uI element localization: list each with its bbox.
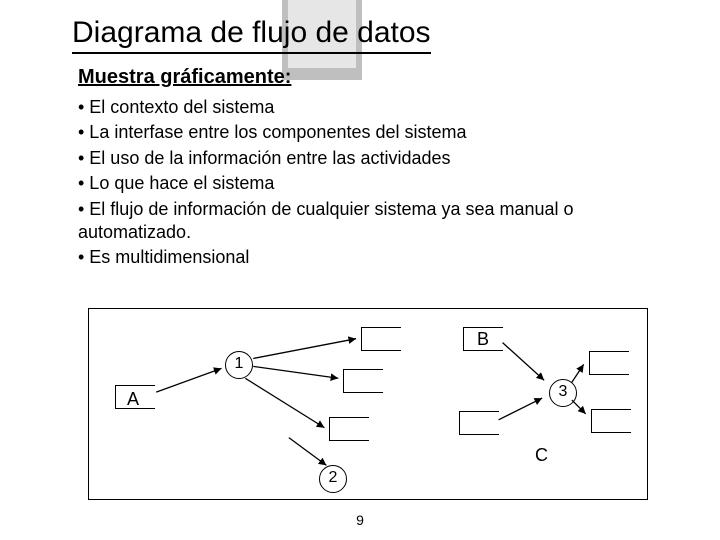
process-node-2: 2 (319, 465, 347, 493)
entity-rect (589, 351, 629, 375)
entity-rect (361, 327, 401, 351)
bullet-item: • Lo que hace el sistema (78, 172, 660, 195)
entity-label-B: B (477, 329, 489, 350)
bullet-item: • La interfase entre los componentes del… (78, 121, 660, 144)
entity-rect (343, 369, 383, 393)
process-node-3: 3 (549, 379, 577, 407)
slide-subtitle: Muestra gráficamente: (78, 66, 291, 89)
entity-rect (329, 417, 369, 441)
entity-rect (459, 411, 499, 435)
slide-title: Diagrama de flujo de datos (72, 16, 431, 54)
dfd-diagram: A B C 1 2 3 3 (88, 308, 648, 500)
entity-label-A: A (127, 389, 139, 410)
entity-label-C: C (535, 445, 548, 466)
entity-rect (591, 409, 631, 433)
bullet-item: • El contexto del sistema (78, 96, 660, 119)
bullet-item: • El flujo de información de cualquier s… (78, 198, 660, 245)
page-number: 9 (0, 512, 720, 528)
bullet-item: • El uso de la información entre las act… (78, 147, 660, 170)
bullet-item: • Es multidimensional (78, 246, 660, 269)
process-node-1: 1 (225, 351, 253, 379)
bullet-list: • El contexto del sistema • La interfase… (78, 96, 660, 272)
